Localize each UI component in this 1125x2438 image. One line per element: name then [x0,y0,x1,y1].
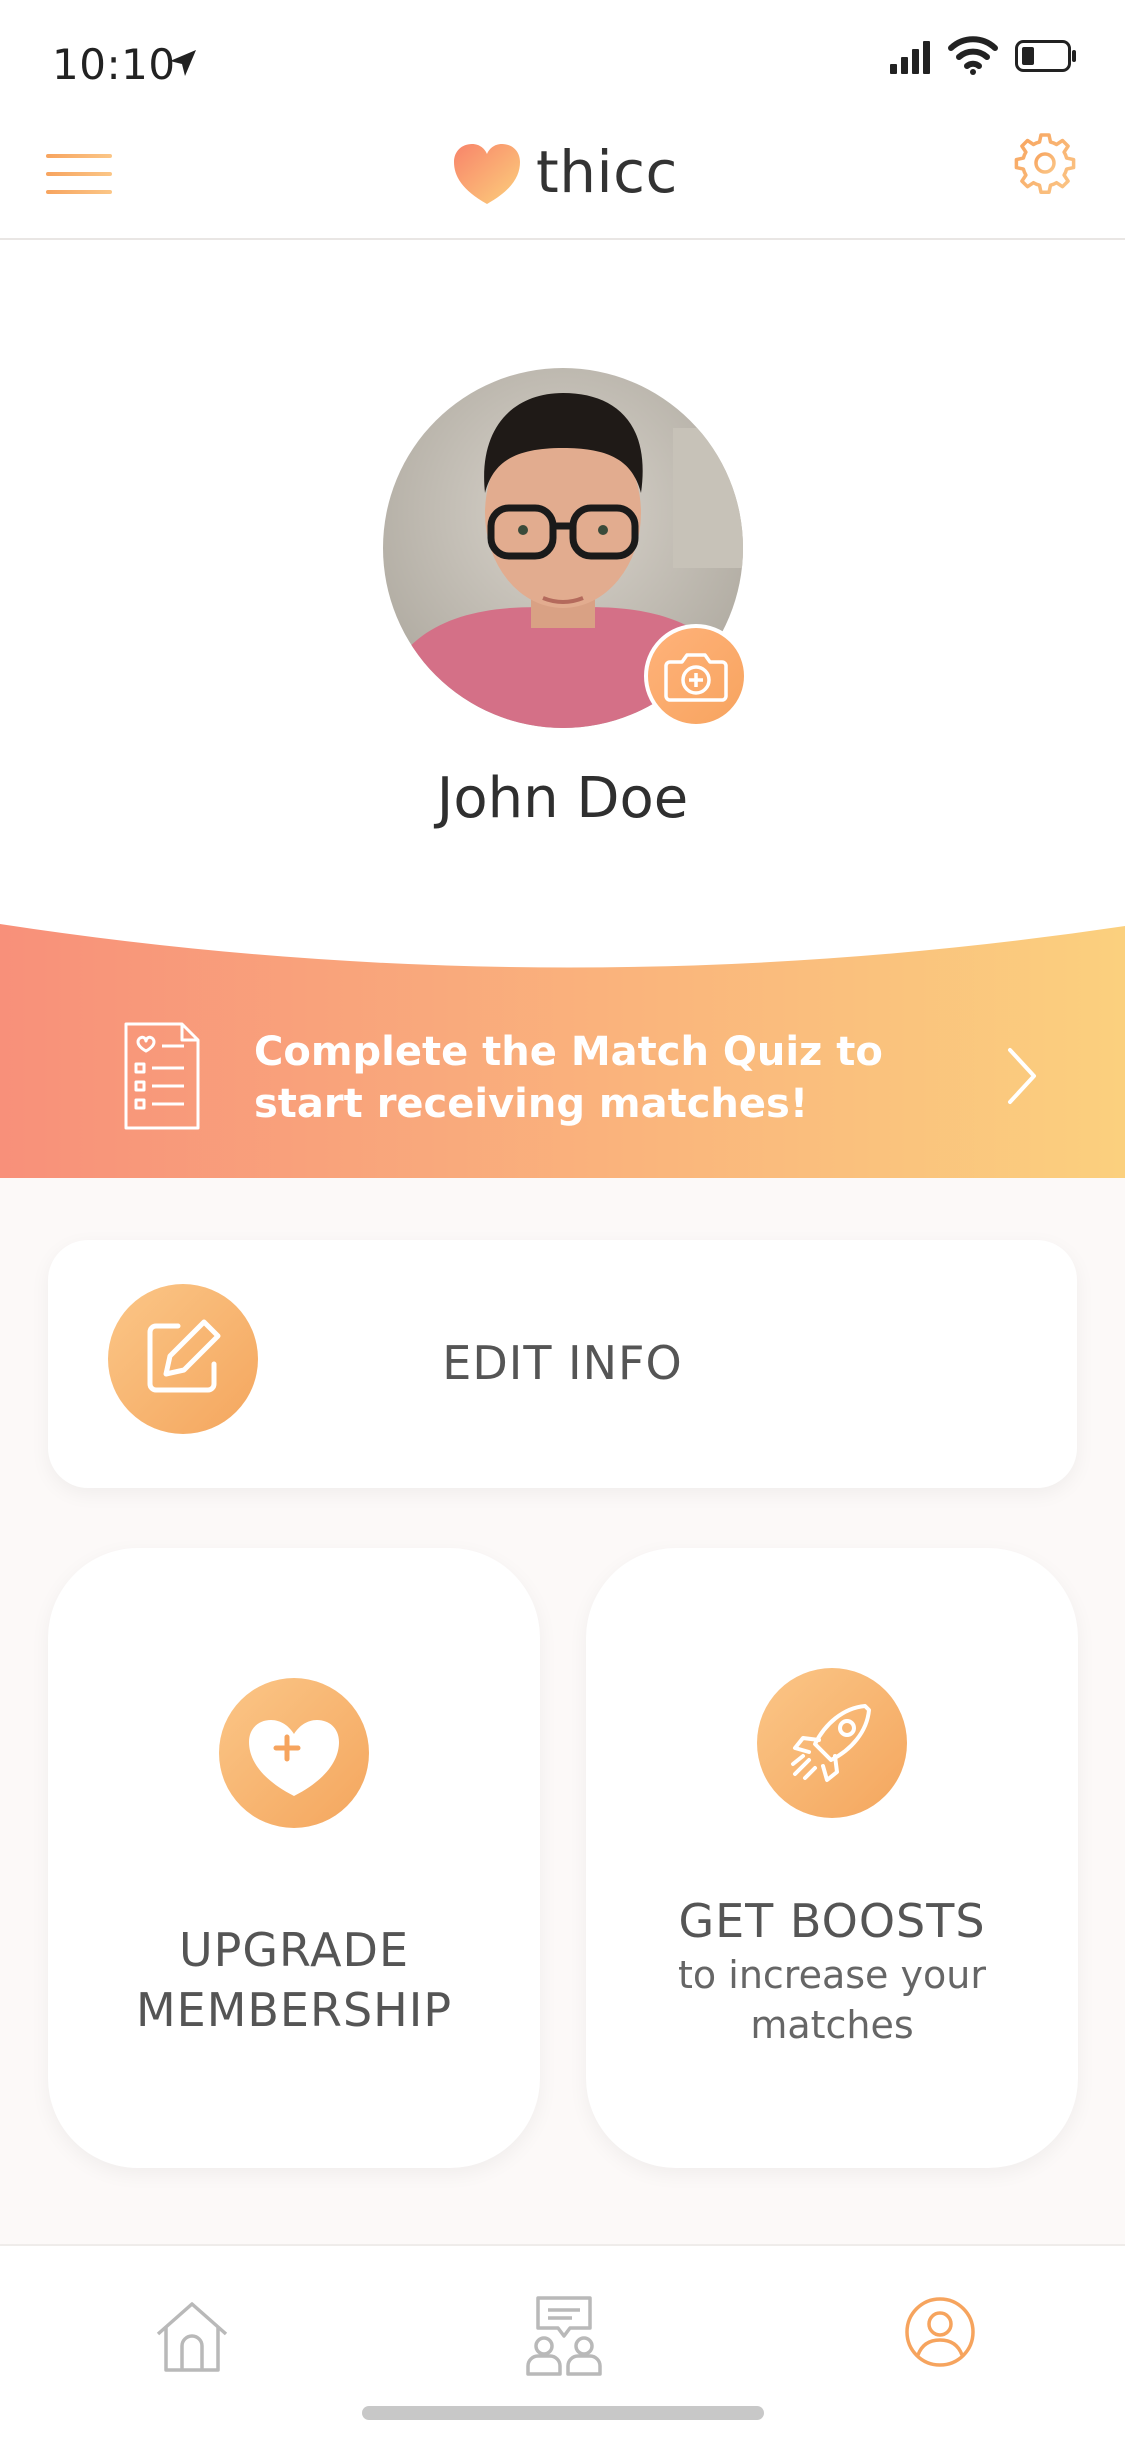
upgrade-line-2: MEMBERSHIP [135,1983,453,2037]
top-nav-bar: thicc [0,130,1125,240]
rocket-icon [791,1704,871,1782]
upgrade-line-1: UPGRADE [178,1923,410,1977]
heart-logo-icon [454,144,520,204]
profile-name: John Doe [436,766,689,831]
app-logo-text: thicc [536,138,678,206]
banner-line-2: start receiving matches! [254,1081,809,1127]
status-time: 10:10 [52,40,176,89]
get-boosts-card[interactable]: GET BOOSTS to increase your matches [586,1548,1078,2168]
upgrade-membership-card[interactable]: UPGRADE MEMBERSHIP [48,1548,540,2168]
profile-section: John Doe [0,240,1125,980]
status-bar: 10:10 [0,0,1125,130]
chevron-right-icon[interactable] [1004,1046,1040,1106]
cellular-signal-icon [890,41,930,74]
edit-info-label: EDIT INFO [442,1336,683,1390]
heart-plus-circle [219,1678,369,1828]
heart-plus-icon [249,1720,339,1796]
checklist-icon [124,1022,200,1130]
chat-icon[interactable] [524,2294,604,2378]
location-arrow-icon [170,50,196,76]
upgrade-membership-label: UPGRADE MEMBERSHIP [48,1920,540,2040]
home-icon[interactable] [152,2296,232,2376]
hamburger-menu-icon[interactable] [46,150,112,198]
get-boosts-subtitle: to increase your matches [586,1950,1078,2050]
change-photo-button[interactable] [644,624,748,728]
profile-icon[interactable] [904,2296,976,2368]
home-indicator[interactable] [362,2406,764,2420]
rocket-circle [757,1668,907,1818]
bottom-tab-bar [0,2244,1125,2438]
edit-info-card[interactable]: EDIT INFO [48,1240,1077,1488]
wifi-icon [948,36,998,75]
camera-add-icon [664,653,728,702]
battery-icon [1015,40,1076,72]
get-boosts-title: GET BOOSTS [678,1894,986,1948]
match-quiz-banner-text: Complete the Match Quiz to start receivi… [254,1026,883,1130]
banner-line-1: Complete the Match Quiz to [254,1029,883,1075]
boost-sub-line-1: to increase your [678,1953,986,1997]
gear-icon[interactable] [1014,132,1076,194]
boost-sub-line-2: matches [750,2003,914,2047]
